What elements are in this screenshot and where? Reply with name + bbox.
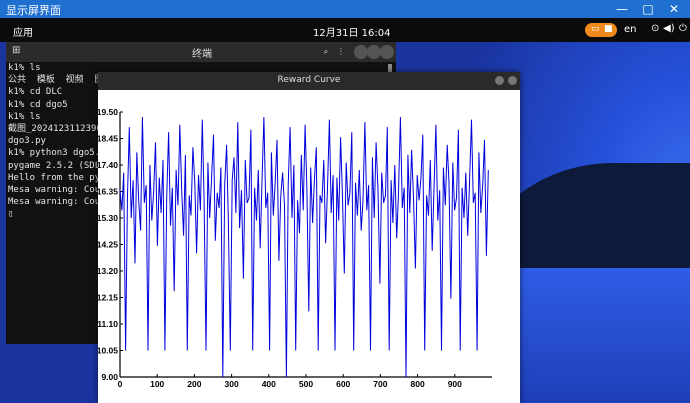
terminal-line: k1% python3 dgo5.py (8, 148, 111, 159)
y-tick-label: 14.25 (98, 240, 118, 250)
terminal-line: Mesa warning: Coul (8, 185, 106, 196)
x-tick-label: 500 (299, 379, 313, 389)
y-tick-label: 12.15 (98, 293, 118, 303)
reward-chart: 9.00 10.05 11.10 12.15 13.20 14.25 15.30 16.35 1… (98, 107, 492, 389)
chat-icon: ▭ (591, 24, 600, 34)
close-button[interactable]: ✕ (664, 0, 684, 18)
y-tick-label: 9.00 (101, 372, 118, 382)
terminal-line: 公共 模板 视频 图 (8, 75, 104, 86)
terminal-line: k1% ls (8, 111, 41, 122)
search-icon[interactable]: ⌕ (319, 45, 333, 59)
minimize-icon[interactable] (354, 45, 368, 59)
terminal-line: Mesa warning: Coul (8, 197, 106, 208)
x-tick-label: 0 (118, 379, 123, 389)
close-icon[interactable] (380, 45, 394, 59)
network-icon[interactable]: ⊙ (651, 23, 659, 34)
reward-series-line (119, 116, 489, 378)
square-icon: ■ (604, 24, 613, 34)
minimize-icon[interactable] (495, 76, 504, 85)
y-tick-label: 18.45 (98, 134, 118, 144)
vnc-window-title: 显示屏界面 (6, 4, 61, 17)
x-tick-label: 900 (448, 379, 462, 389)
terminal-line: k1% ls (8, 63, 41, 73)
x-tick-label: 300 (225, 379, 239, 389)
y-tick-label: 19.50 (98, 107, 118, 117)
x-tick-label: 700 (373, 379, 387, 389)
terminal-output[interactable]: k1% ls 公共 模板 视频 图 k1% cd DLC k1% cd dgo5 k1%… (8, 62, 111, 221)
terminal-line: Hello from the pyga (8, 172, 111, 183)
y-tick-label: 11.10 (98, 319, 118, 329)
reward-curve-window[interactable]: Reward Curve 9.00 10.05 11.10 12.15 13.20 14.… (98, 72, 520, 403)
gnome-top-bar: 应用 12月31日 16:04 ▭ ■ en ⊙ ◀) ⏻ (0, 18, 690, 42)
maximize-button[interactable]: □ (638, 0, 658, 18)
volume-icon[interactable]: ◀) (663, 23, 675, 34)
language-indicator[interactable]: en (624, 24, 637, 35)
power-icon[interactable]: ⏻ (679, 23, 687, 34)
input-method-indicator[interactable]: ▭ ■ (585, 23, 617, 37)
terminal-line: k1% cd dgo5 (8, 99, 68, 110)
x-tick-label: 800 (411, 379, 425, 389)
plot-window-title: Reward Curve (277, 75, 341, 85)
y-tick-label: 10.05 (98, 346, 118, 356)
terminal-scrollbar[interactable] (388, 64, 392, 72)
terminal-line: k1% cd DLC (8, 87, 63, 98)
terminal-line: 截图_20241231123901 (8, 124, 108, 135)
applications-menu[interactable]: 应用 (13, 24, 33, 39)
plot-window-header: Reward Curve (98, 72, 520, 90)
y-tick-label: 16.35 (98, 187, 118, 197)
terminal-header: ⊞ 终端 ⌕ ⋮ (6, 42, 396, 62)
new-tab-icon[interactable]: ⊞ (12, 45, 20, 56)
y-tick-label: 17.40 (98, 160, 118, 170)
y-tick-label: 13.20 (98, 266, 118, 276)
clock[interactable]: 12月31日 16:04 (313, 24, 390, 39)
terminal-line: pygame 2.5.2 (SDL 2 (8, 160, 111, 171)
maximize-icon[interactable] (367, 45, 381, 59)
terminal-title: 终端 (192, 49, 212, 60)
terminal-line: ▯ (8, 209, 14, 220)
close-icon[interactable] (508, 76, 517, 85)
x-tick-label: 400 (262, 379, 276, 389)
x-tick-label: 200 (187, 379, 201, 389)
y-tick-label: 15.30 (98, 213, 118, 223)
terminal-line: dgo3.py (8, 136, 46, 147)
vnc-window-titlebar: 显示屏界面 — □ ✕ (0, 0, 690, 18)
minimize-button[interactable]: — (612, 0, 632, 18)
menu-icon[interactable]: ⋮ (334, 45, 348, 59)
x-tick-label: 100 (150, 379, 164, 389)
x-tick-label: 600 (336, 379, 350, 389)
